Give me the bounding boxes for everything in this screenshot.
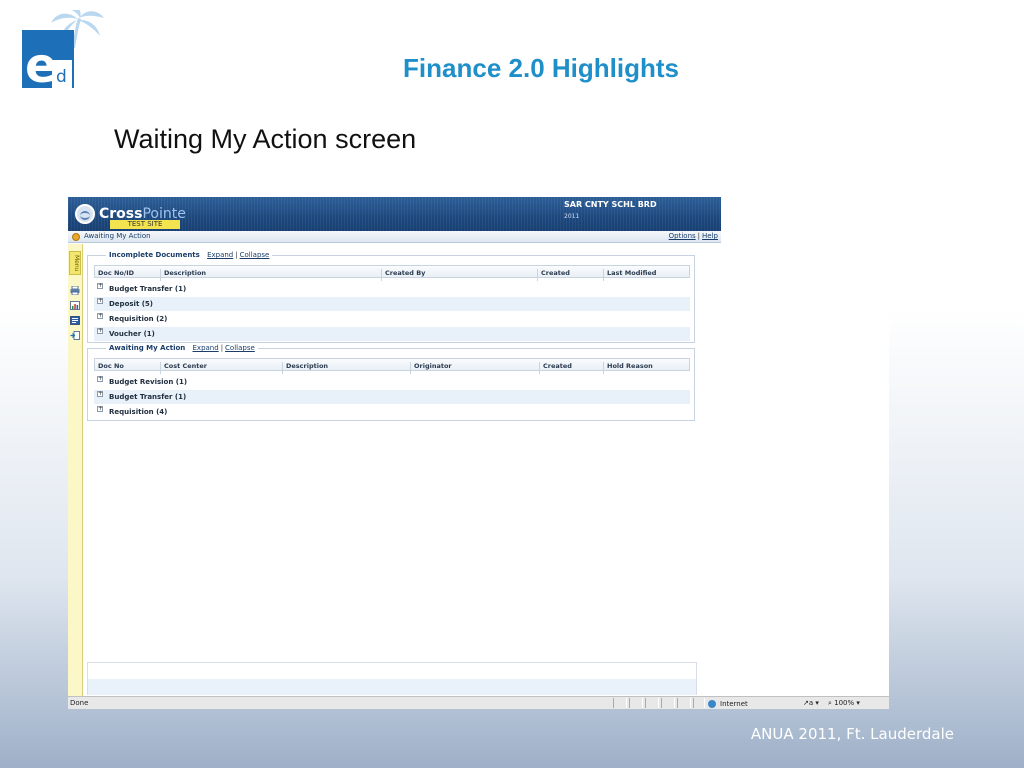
expand-icon[interactable]: + — [97, 406, 103, 412]
group-label: Requisition (2) — [109, 315, 168, 323]
test-site-badge: TEST SITE — [110, 220, 180, 229]
column-header[interactable]: Last Modified — [603, 269, 689, 281]
menu-tab[interactable]: Menu — [69, 251, 81, 275]
group-label: Budget Revision (1) — [109, 378, 188, 386]
table-row[interactable]: + Budget Transfer (1) — [94, 282, 690, 296]
column-header[interactable]: Created — [537, 269, 601, 281]
column-header[interactable]: Hold Reason — [603, 362, 689, 374]
incomplete-grid-header: Doc No/ID Description Created By Created… — [94, 265, 690, 281]
expand-icon[interactable]: + — [97, 328, 103, 334]
zoom-button[interactable]: ⌕ 100% ▾ — [828, 699, 860, 708]
awaiting-my-action-legend: Awaiting My Action Expand | Collapse — [106, 344, 258, 352]
column-header[interactable]: Description — [282, 362, 408, 374]
app-footer-area — [87, 662, 697, 695]
exit-icon[interactable] — [70, 331, 80, 340]
awaiting-my-action-title: Awaiting My Action — [109, 344, 186, 352]
column-header[interactable]: Cost Center — [160, 362, 280, 374]
form-icon[interactable] — [70, 316, 80, 325]
org-year: 2011 — [564, 213, 580, 220]
awaiting-grid-header: Doc No Cost Center Description Originato… — [94, 358, 690, 374]
link-separator: | — [235, 251, 238, 259]
column-header[interactable]: Description — [160, 269, 379, 281]
incomplete-documents-title: Incomplete Documents — [109, 251, 200, 259]
side-menu: Menu — [68, 244, 83, 697]
column-header[interactable]: Doc No/ID — [95, 269, 159, 281]
slide-subtitle: Waiting My Action screen — [114, 124, 417, 154]
app-screenshot: CrossPointe TEST SITE SAR CNTY SCHL BRD … — [68, 197, 889, 709]
group-label: Budget Transfer (1) — [109, 285, 187, 293]
options-link[interactable]: Options — [669, 232, 696, 240]
link-separator: | — [697, 232, 701, 240]
incomplete-collapse-link[interactable]: Collapse — [240, 251, 270, 259]
link-separator: | — [220, 344, 224, 352]
expand-icon[interactable]: + — [97, 298, 103, 304]
column-header[interactable]: Doc No — [95, 362, 159, 374]
column-header[interactable]: Originator — [410, 362, 537, 374]
incomplete-expand-link[interactable]: Expand — [207, 251, 233, 259]
security-zone[interactable]: Internet — [708, 698, 748, 709]
status-text: Done — [70, 699, 89, 707]
column-header[interactable]: Created By — [381, 269, 535, 281]
page-icon — [72, 233, 80, 241]
group-label: Deposit (5) — [109, 300, 153, 308]
group-label: Requisition (4) — [109, 408, 168, 416]
awaiting-my-action-panel: Awaiting My Action Expand | Collapse Doc N… — [87, 344, 695, 421]
table-row[interactable]: + Requisition (2) — [94, 312, 690, 326]
incomplete-documents-panel: Incomplete Documents Expand | Collapse Doc… — [87, 251, 695, 343]
column-header[interactable]: Created — [539, 362, 601, 374]
help-link[interactable]: Help — [702, 232, 718, 240]
chart-icon[interactable] — [70, 301, 80, 310]
group-label: Budget Transfer (1) — [109, 393, 187, 401]
page-toolbar: Awaiting My Action Options | Help — [68, 231, 721, 243]
globe-icon — [75, 204, 95, 224]
table-row[interactable]: + Deposit (5) — [94, 297, 690, 311]
expand-icon[interactable]: + — [97, 313, 103, 319]
table-row[interactable]: + Budget Transfer (1) — [94, 390, 690, 404]
expand-icon[interactable]: + — [97, 376, 103, 382]
expand-icon[interactable]: + — [97, 391, 103, 397]
table-row[interactable]: + Voucher (1) — [94, 327, 690, 341]
protected-mode-button[interactable]: ↗a ▾ — [803, 699, 819, 707]
printer-icon[interactable] — [70, 286, 80, 295]
expand-icon[interactable]: + — [97, 283, 103, 289]
awaiting-collapse-link[interactable]: Collapse — [225, 344, 255, 352]
browser-status-bar: Done Internet ↗a ▾ ⌕ 100% ▾ — [68, 696, 889, 709]
table-row[interactable]: + Requisition (4) — [94, 405, 690, 419]
group-label: Voucher (1) — [109, 330, 155, 338]
app-header: CrossPointe TEST SITE SAR CNTY SCHL BRD … — [68, 197, 721, 231]
table-row[interactable]: + Budget Revision (1) — [94, 375, 690, 389]
slide-footer: ANUA 2011, Ft. Lauderdale — [750, 725, 954, 743]
internet-zone-icon — [708, 699, 716, 708]
zone-label: Internet — [720, 699, 748, 708]
slide-title: Finance 2.0 Highlights — [403, 53, 679, 83]
awaiting-expand-link[interactable]: Expand — [193, 344, 219, 352]
incomplete-documents-legend: Incomplete Documents Expand | Collapse — [106, 251, 273, 259]
page-name: Awaiting My Action — [84, 232, 151, 240]
org-name: SAR CNTY SCHL BRD — [564, 200, 657, 209]
